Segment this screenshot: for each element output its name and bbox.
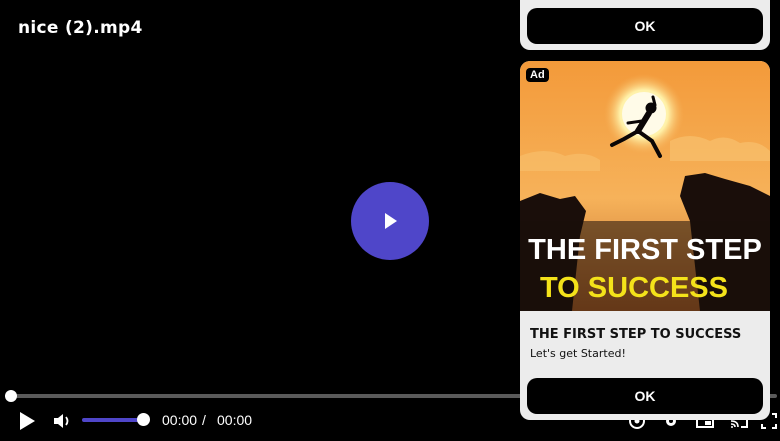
seek-handle[interactable]: [5, 390, 17, 402]
volume-icon: [54, 414, 69, 428]
play-icon: [385, 213, 397, 229]
ad-top-card: OK: [520, 0, 770, 50]
volume-slider[interactable]: [82, 418, 144, 422]
play-icon: [20, 412, 35, 430]
video-title: nice (2).mp4: [18, 18, 143, 38]
ad-ok-button[interactable]: OK: [527, 378, 763, 414]
duration-time: 00:00: [217, 412, 253, 428]
ad-subtext: Let's get Started!: [530, 347, 626, 360]
current-time: 00:00: [162, 412, 198, 428]
ad-image-text-1: THE FIRST STEP: [528, 234, 762, 266]
mute-button[interactable]: [50, 408, 74, 434]
big-play-button[interactable]: [351, 182, 429, 260]
ad-headline: THE FIRST STEP TO SUCCESS: [530, 327, 742, 342]
ad-image-text-2: TO SUCCESS: [540, 272, 728, 304]
ad-top-ok-button[interactable]: OK: [527, 8, 763, 44]
volume-handle[interactable]: [137, 413, 150, 426]
time-separator: /: [202, 412, 206, 428]
ad-badge: Ad: [526, 68, 549, 82]
ad-image[interactable]: THE FIRST STEP TO SUCCESS: [520, 61, 770, 311]
play-button[interactable]: [14, 408, 40, 434]
ad-card[interactable]: THE FIRST STEP TO SUCCESS Ad THE FIRST S…: [520, 61, 770, 420]
